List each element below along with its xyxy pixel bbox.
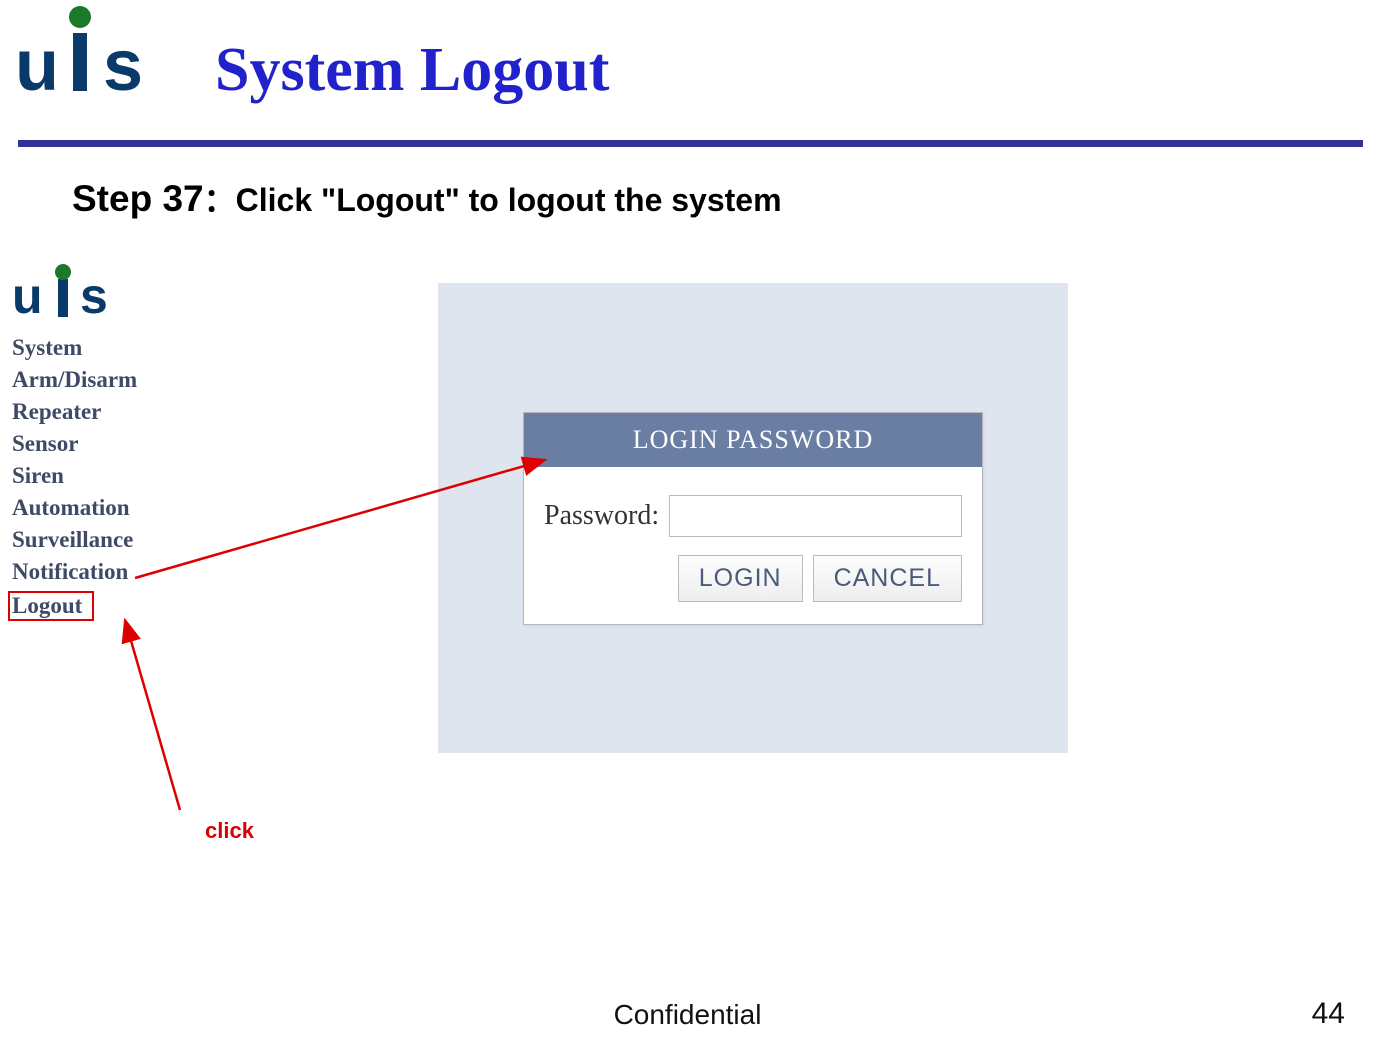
uis-logo-small: u s [12,263,188,324]
app-screenshot: u s System Arm/Disarm Repeater Sensor Si… [8,263,1068,773]
svg-text:s: s [103,26,143,105]
footer-confidential: Confidential [0,999,1375,1031]
step-number: Step 37 [72,178,204,219]
login-box: LOGIN PASSWORD Password: LOGIN CANCEL [523,412,983,625]
login-box-header: LOGIN PASSWORD [524,413,982,467]
step-instruction: Step 37：Click "Logout" to logout the sys… [72,175,782,221]
login-button[interactable]: LOGIN [678,555,803,602]
page-title: System Logout [215,35,609,106]
sidebar-item-notification[interactable]: Notification [8,556,188,588]
sidebar-item-sensor[interactable]: Sensor [8,428,188,460]
footer-page-number: 44 [1312,997,1345,1031]
svg-text:u: u [12,268,43,319]
cancel-button[interactable]: CANCEL [813,555,962,602]
sidebar-item-siren[interactable]: Siren [8,460,188,492]
sidebar-item-surveillance[interactable]: Surveillance [8,524,188,556]
step-desc: Click "Logout" to logout the system [236,182,782,218]
password-label: Password: [544,500,659,532]
step-sep: ： [204,182,236,218]
password-input[interactable] [669,495,962,537]
uis-logo: u s [15,5,155,110]
annotation-click-label: click [205,818,254,844]
svg-text:s: s [80,268,108,319]
slide-header: u s System Logout [0,0,1375,140]
sidebar: u s System Arm/Disarm Repeater Sensor Si… [8,263,188,624]
sidebar-item-logout[interactable]: Logout [8,591,94,621]
sidebar-item-system[interactable]: System [8,332,188,364]
header-divider [18,140,1363,147]
sidebar-item-automation[interactable]: Automation [8,492,188,524]
sidebar-item-repeater[interactable]: Repeater [8,396,188,428]
sidebar-item-arm-disarm[interactable]: Arm/Disarm [8,364,188,396]
content-pane: LOGIN PASSWORD Password: LOGIN CANCEL [438,283,1068,753]
svg-text:u: u [15,26,59,105]
